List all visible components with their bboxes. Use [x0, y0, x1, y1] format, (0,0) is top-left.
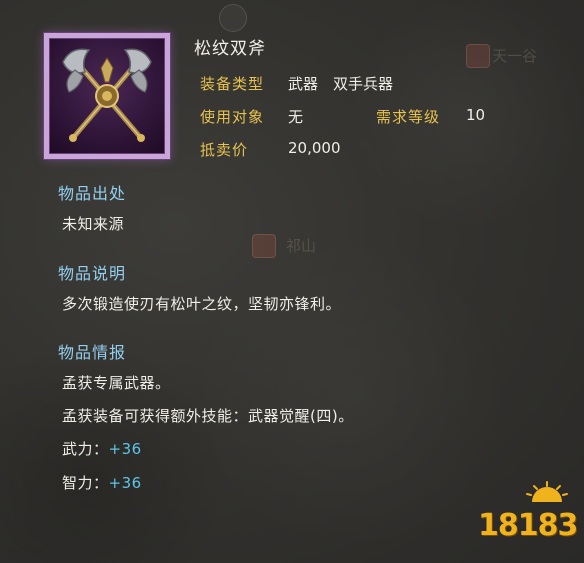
level-requirement-label: 需求等级	[376, 108, 441, 126]
sell-price-value: 20,000	[288, 139, 341, 157]
stat-intelligence-value: +36	[108, 474, 142, 492]
source-section-title: 物品出处	[58, 184, 127, 203]
info-line-skill: 孟获装备可获得额外技能：武器觉醒(四)。	[62, 407, 354, 425]
stat-row-intelligence: 智力：+36	[62, 472, 142, 493]
info-line-exclusive: 孟获专属武器。	[62, 374, 171, 392]
map-emblem-icon	[252, 234, 276, 258]
description-section-title: 物品说明	[58, 264, 127, 283]
user-value: 无	[288, 108, 304, 126]
source-text: 未知来源	[62, 215, 125, 233]
equip-type-value: 武器 双手兵器	[288, 75, 394, 93]
watermark-text: 18183	[478, 508, 578, 543]
map-label-tianyigu: 天一谷	[492, 47, 538, 65]
sun-rays-icon	[526, 481, 568, 502]
map-marker-icon	[219, 4, 247, 32]
user-label: 使用对象	[200, 108, 265, 126]
map-label-qishan: 祁山	[286, 237, 317, 255]
description-text: 多次锻造使刃有松叶之纹，坚韧亦锋利。	[62, 295, 342, 313]
stat-intelligence-label: 智力：	[62, 474, 109, 492]
stat-row-strength: 武力：+36	[62, 438, 142, 459]
item-name: 松纹双斧	[194, 39, 266, 59]
level-requirement-value: 10	[466, 106, 486, 124]
sell-price-label: 抵卖价	[200, 141, 249, 159]
equip-type-label: 装备类型	[200, 75, 265, 93]
stat-strength-label: 武力：	[62, 440, 109, 458]
stat-strength-value: +36	[108, 440, 142, 458]
info-section-title: 物品情报	[58, 343, 127, 362]
map-emblem-icon	[466, 44, 490, 68]
item-icon-frame	[44, 33, 170, 159]
crossed-double-axes-icon	[62, 48, 152, 142]
watermark-logo: 18183	[474, 478, 578, 558]
